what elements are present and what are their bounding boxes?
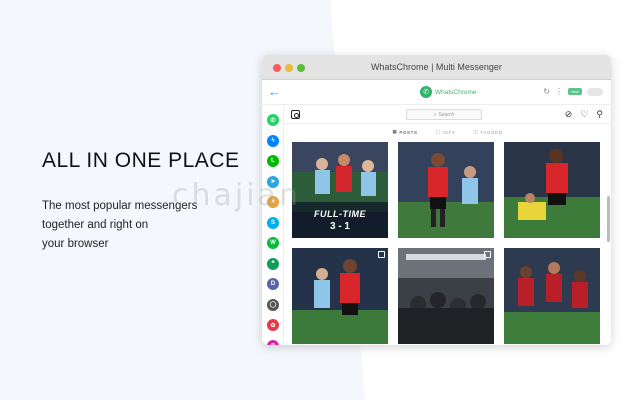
post-thumbnail[interactable]: FULL-TIME 3 - 1 xyxy=(292,142,388,238)
promo-subtitle-line: together and right on xyxy=(42,219,149,231)
discord-icon[interactable]: D xyxy=(267,278,279,290)
brand: ✆ WhatsChrome xyxy=(420,86,477,98)
browser-window: WhatsChrome | Multi Messenger ← ✆ WhatsC… xyxy=(262,55,611,345)
messenger-sidebar: ✆ ϟL ➤ # SW ❝ D ◯ ✿ ◎ xyxy=(262,106,284,345)
profile-icon[interactable]: ⚲ xyxy=(596,109,603,120)
refresh-icon[interactable]: ↻ xyxy=(543,87,550,96)
instagram-view: ⌕ Search ⊘ ♡ ⚲ ▦ POSTS ▢ IGTV ◫ TAGGED F… xyxy=(284,106,611,345)
back-arrow-icon[interactable]: ← xyxy=(268,84,281,99)
post-thumbnail[interactable] xyxy=(504,248,600,344)
chat-icon[interactable]: ◯ xyxy=(267,298,279,311)
multiple-photos-icon xyxy=(378,251,385,258)
promo-subtitle: The most popular messengers together and… xyxy=(42,197,262,254)
tag-icon: ◫ xyxy=(473,129,479,134)
new-badge[interactable]: new xyxy=(568,88,582,95)
wechat-icon[interactable]: W xyxy=(267,237,279,249)
scrollbar[interactable] xyxy=(607,196,610,242)
tab-posts[interactable]: ▦ POSTS xyxy=(392,126,417,138)
instagram-icon[interactable]: ◎ xyxy=(267,339,279,345)
promo-subtitle-line: your browser xyxy=(42,238,109,250)
post-thumbnail[interactable] xyxy=(398,248,494,344)
tab-tagged[interactable]: ◫ TAGGED xyxy=(473,126,502,138)
telegram-icon[interactable]: ➤ xyxy=(267,175,279,188)
instagram-logo-icon[interactable] xyxy=(291,110,300,119)
explore-compass-icon[interactable]: ⊘ xyxy=(565,109,573,120)
promo-headline: ALL IN ONE PLACE xyxy=(42,149,240,172)
window-titlebar: WhatsChrome | Multi Messenger xyxy=(262,55,611,80)
multiple-photos-icon xyxy=(484,251,491,258)
hangouts-icon[interactable]: ❝ xyxy=(267,257,279,270)
whatschrome-logo-icon: ✆ xyxy=(420,86,432,98)
line-icon[interactable]: L xyxy=(267,155,279,167)
fulltime-score: 3 - 1 xyxy=(329,221,350,232)
promo-subtitle-line: The most popular messengers xyxy=(42,200,198,212)
more-options-icon[interactable]: ⋮ xyxy=(555,87,563,96)
tab-label: POSTS xyxy=(399,129,418,135)
icq-icon[interactable]: ✿ xyxy=(267,319,279,331)
heart-icon[interactable]: ♡ xyxy=(580,109,588,120)
whatsapp-icon[interactable]: ✆ xyxy=(267,114,279,126)
tv-icon: ▢ xyxy=(435,129,441,134)
toggle-switch[interactable] xyxy=(587,87,603,96)
search-icon: ⌕ xyxy=(433,111,437,118)
messenger-icon[interactable]: ϟ xyxy=(267,134,279,147)
fulltime-overlay: FULL-TIME 3 - 1 xyxy=(292,209,388,232)
brand-name: WhatsChrome xyxy=(435,88,477,96)
post-thumbnail[interactable] xyxy=(398,142,494,238)
skype-icon[interactable]: S xyxy=(267,216,279,229)
window-title: WhatsChrome | Multi Messenger xyxy=(371,62,502,72)
profile-tabs: ▦ POSTS ▢ IGTV ◫ TAGGED xyxy=(284,126,611,138)
header-actions: ↻ ⋮ new xyxy=(543,87,603,96)
post-thumbnail[interactable] xyxy=(504,142,600,238)
instagram-topbar: ⌕ Search ⊘ ♡ ⚲ xyxy=(284,106,611,124)
tab-label: IGTV xyxy=(442,129,456,135)
search-input[interactable]: ⌕ Search xyxy=(406,109,482,120)
tab-label: TAGGED xyxy=(480,129,503,135)
instagram-actions: ⊘ ♡ ⚲ xyxy=(565,109,603,120)
grid-icon: ▦ xyxy=(392,129,398,134)
promo-block: ALL IN ONE PLACE The most popular messen… xyxy=(42,150,262,254)
search-placeholder: Search xyxy=(438,111,455,118)
fulltime-title: FULL-TIME xyxy=(314,209,366,219)
tab-igtv[interactable]: ▢ IGTV xyxy=(436,126,456,138)
post-thumbnail[interactable] xyxy=(292,248,388,344)
app-header: ← ✆ WhatsChrome ↻ ⋮ new xyxy=(262,80,611,105)
slack-icon[interactable]: # xyxy=(267,196,279,208)
